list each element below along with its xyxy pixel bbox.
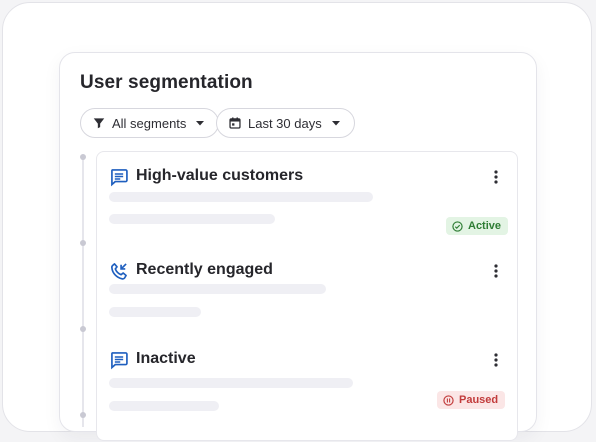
skeleton-line <box>109 401 219 411</box>
status-badge: Paused <box>437 391 506 409</box>
segments-filter-label: All segments <box>112 115 187 131</box>
check-circle-icon <box>452 220 463 232</box>
phone-callback-icon <box>109 261 129 281</box>
skeleton-line <box>109 284 326 294</box>
more-options-icon[interactable] <box>489 353 503 369</box>
timeline-line <box>82 157 84 427</box>
status-badge-label: Paused <box>459 394 499 406</box>
timeline-dot <box>80 326 86 332</box>
timeline-dot <box>80 412 86 418</box>
segment-item[interactable]: Recently engaged <box>97 244 517 330</box>
filter-icon <box>92 116 106 130</box>
segment-item[interactable]: High-value customers Active <box>97 152 517 244</box>
more-options-icon[interactable] <box>489 264 503 280</box>
skeleton-line <box>109 378 353 388</box>
segmentation-card: User segmentation All segments Last 30 d… <box>59 52 537 441</box>
timeline-dot <box>80 154 86 160</box>
more-options-icon[interactable] <box>489 170 503 186</box>
status-badge-label: Active <box>468 220 502 232</box>
chat-icon <box>109 167 129 187</box>
segment-list: High-value customers Active Recently eng… <box>96 151 518 441</box>
segment-item[interactable]: Inactive Paused <box>97 330 517 442</box>
segment-name: Inactive <box>136 350 196 367</box>
skeleton-line <box>109 307 201 317</box>
caret-down-icon <box>195 118 205 128</box>
date-range-filter-label: Last 30 days <box>248 115 322 131</box>
date-range-filter-button[interactable]: Last 30 days <box>216 108 355 138</box>
skeleton-line <box>109 192 373 202</box>
chat-icon <box>109 350 129 370</box>
page-title: User segmentation <box>80 72 253 93</box>
skeleton-line <box>109 214 275 224</box>
pause-circle-icon <box>443 394 454 406</box>
calendar-icon <box>228 116 242 130</box>
segments-filter-button[interactable]: All segments <box>80 108 220 138</box>
status-badge: Active <box>446 217 509 235</box>
segment-name: Recently engaged <box>136 261 273 278</box>
caret-down-icon <box>331 118 341 128</box>
segment-name: High-value customers <box>136 167 304 184</box>
timeline-dot <box>80 240 86 246</box>
